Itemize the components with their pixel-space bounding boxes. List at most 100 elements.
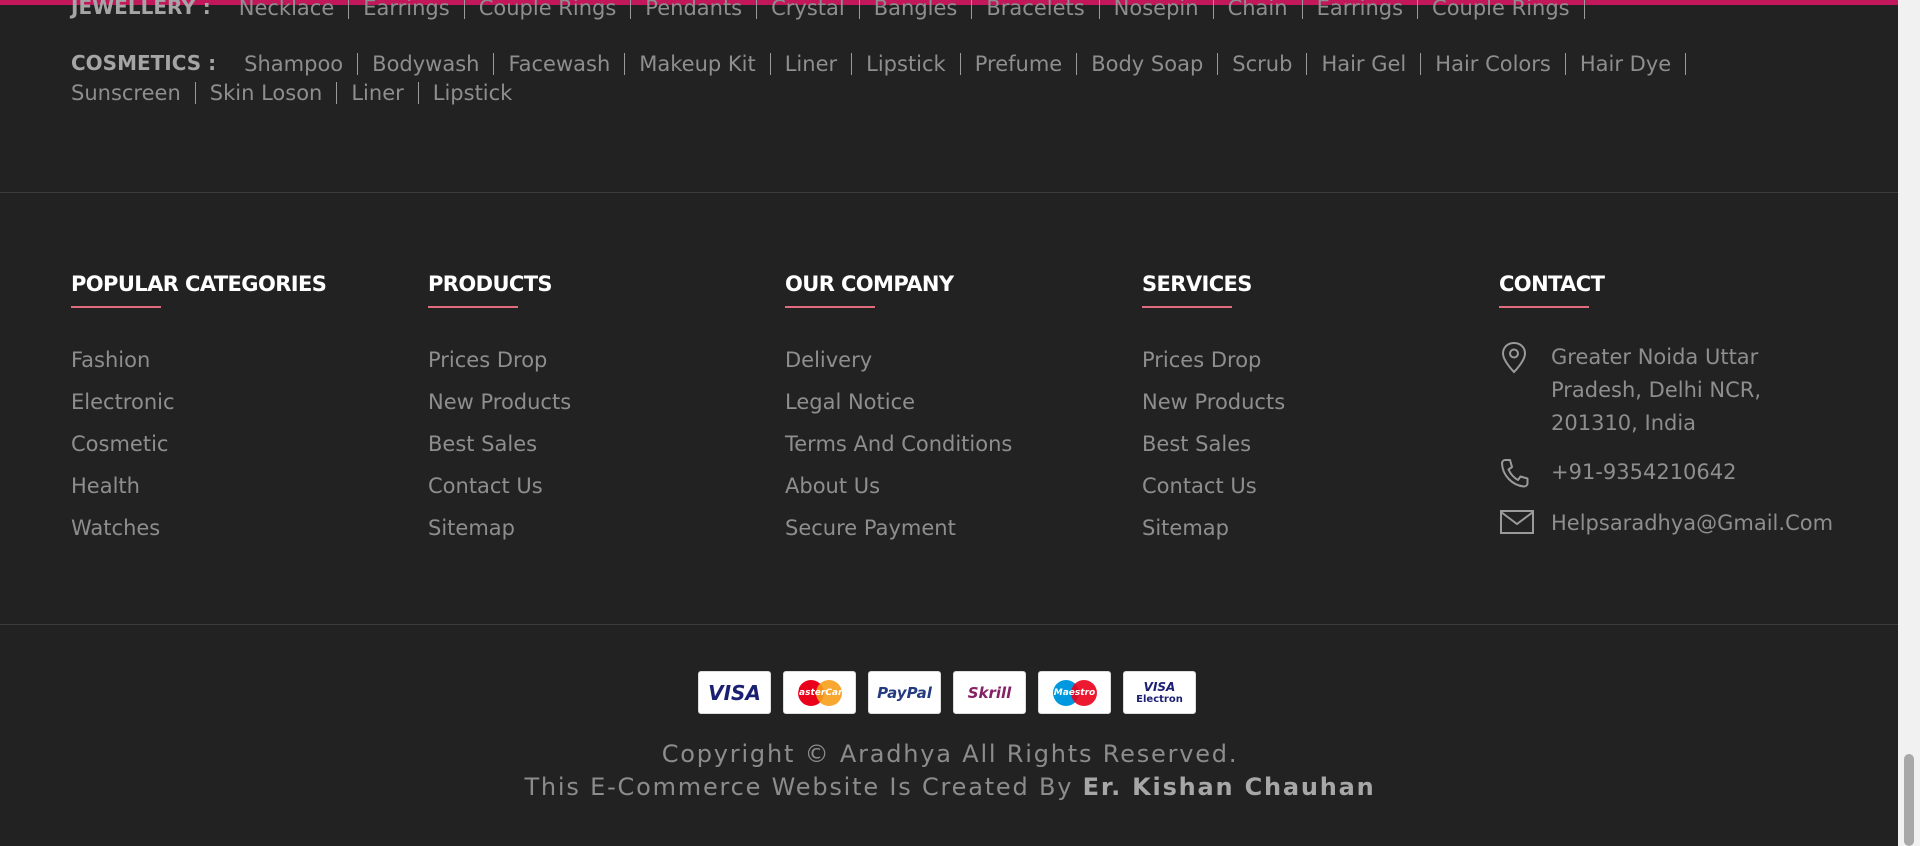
jewellery-heading: JEWELLERY : (71, 0, 211, 19)
title-underline (1499, 306, 1589, 308)
footer-link[interactable]: Secure Payment (785, 512, 1012, 554)
phone-link[interactable]: +91-9354210642 (1551, 456, 1737, 489)
jewellery-tag-link[interactable]: Pendants (645, 0, 758, 19)
footer-link[interactable]: Contact Us (1142, 470, 1285, 512)
cosmetics-tag-link[interactable]: Bodywash (372, 52, 495, 75)
cosmetics-tag-link[interactable]: Prefume (975, 52, 1078, 75)
cosmetics-tag-link[interactable]: Liner (351, 82, 419, 104)
mastercard-card-icon: MasterCard (783, 671, 856, 714)
our-company-list: Delivery Legal Notice Terms And Conditions… (785, 344, 1012, 554)
services-column: SERVICES Prices Drop New Products Best Sal… (1142, 272, 1285, 554)
copyright-text: Copyright © Aradhya All Rights Reserved. (661, 740, 1239, 768)
payment-methods: VISA MasterCard PayPal Skrill Maestro VISA Ele… (698, 671, 1196, 714)
scrollbar-track[interactable] (1898, 0, 1920, 846)
footer-link[interactable]: Delivery (785, 344, 1012, 386)
footer-link[interactable]: Prices Drop (1142, 344, 1285, 386)
footer-link[interactable]: Fashion (71, 344, 326, 386)
address-line: Greater Noida Uttar (1551, 345, 1759, 369)
products-list: Prices Drop New Products Best Sales Contact… (428, 344, 571, 554)
footer-link[interactable]: About Us (785, 470, 1012, 512)
email-link[interactable]: Helpsaradhya@Gmail.Com (1551, 507, 1833, 540)
jewellery-tag-link[interactable]: Earrings (363, 0, 465, 19)
column-title: OUR COMPANY (785, 272, 954, 296)
footer-link[interactable]: Health (71, 470, 326, 512)
cosmetics-tag-link[interactable]: Skin Loson (210, 82, 338, 104)
jewellery-tag-row: JEWELLERY : Necklace Earrings Couple Rings… (71, 0, 1599, 26)
visa-card-icon: VISA (698, 671, 771, 714)
footer-link[interactable]: Best Sales (1142, 428, 1285, 470)
cosmetics-tag-link[interactable]: Facewash (508, 52, 626, 75)
cosmetics-tag-link[interactable]: Lipstick (433, 82, 527, 104)
skrill-label: Skrill (967, 683, 1012, 702)
contact-address: Greater Noida Uttar Pradesh, Delhi NCR, … (1499, 341, 1889, 440)
cosmetics-tag-link[interactable]: Liner (785, 52, 853, 75)
footer-link[interactable]: Prices Drop (428, 344, 571, 386)
jewellery-tag-link[interactable]: Couple Rings (1432, 0, 1585, 19)
jewellery-tag-link[interactable]: Crystal (771, 0, 860, 19)
jewellery-tag-link[interactable]: Bangles (874, 0, 973, 19)
visa-label: VISA (708, 680, 761, 705)
footer-link[interactable]: Terms And Conditions (785, 428, 1012, 470)
footer-link[interactable]: Watches (71, 512, 326, 554)
cosmetics-tag-link[interactable]: Scrub (1232, 52, 1308, 75)
paypal-card-icon: PayPal (868, 671, 941, 714)
title-underline (71, 306, 161, 308)
title-underline (785, 306, 875, 308)
cosmetics-tag-link[interactable]: Makeup Kit (639, 52, 771, 75)
popular-categories-column: POPULAR CATEGORIES Fashion Electronic Cosm… (71, 272, 327, 554)
title-underline (1142, 306, 1232, 308)
cosmetics-tag-link[interactable]: Sunscreen (71, 82, 196, 104)
maestro-label: Maestro (1053, 687, 1096, 698)
scrollbar-thumb[interactable] (1904, 754, 1914, 846)
footer-link[interactable]: Contact Us (428, 470, 571, 512)
footer-link[interactable]: Legal Notice (785, 386, 1012, 428)
author-name: Er. Kishan Chauhan (1082, 773, 1376, 801)
title-underline (428, 306, 518, 308)
column-title: CONTACT (1499, 272, 1605, 296)
footer-link[interactable]: Sitemap (428, 512, 571, 554)
paypal-label: PayPal (877, 683, 932, 702)
footer-link[interactable]: Cosmetic (71, 428, 326, 470)
services-list: Prices Drop New Products Best Sales Contact… (1142, 344, 1285, 554)
cosmetics-tag-link[interactable]: Hair Dye (1580, 52, 1687, 75)
jewellery-tag-link[interactable]: Nosepin (1114, 0, 1214, 19)
cosmetics-tag-link[interactable]: Lipstick (866, 52, 961, 75)
mail-icon (1499, 507, 1551, 542)
cosmetics-tag-link[interactable]: Hair Colors (1435, 52, 1566, 75)
footer-columns: POPULAR CATEGORIES Fashion Electronic Cosm… (71, 272, 1891, 572)
cosmetics-tag-link[interactable]: Hair Gel (1321, 52, 1422, 75)
cosmetics-heading: COSMETICS : (71, 51, 217, 75)
visa-electron-sub-label: Electron (1136, 694, 1183, 705)
jewellery-tag-link[interactable]: Bracelets (986, 0, 1100, 19)
column-title: PRODUCTS (428, 272, 553, 296)
our-company-column: OUR COMPANY Delivery Legal Notice Terms An… (785, 272, 1012, 554)
cosmetics-tag-link[interactable]: Body Soap (1091, 52, 1219, 75)
cosmetics-tag-link[interactable]: Shampoo (244, 52, 359, 75)
jewellery-tag-link[interactable]: Earrings (1317, 0, 1419, 19)
credit-prefix: This E-Commerce Website Is Created By (524, 773, 1074, 801)
column-title: POPULAR CATEGORIES (71, 272, 327, 296)
jewellery-tag-link[interactable]: Chain (1228, 0, 1303, 19)
visa-electron-card-icon: VISA Electron (1123, 671, 1196, 714)
mastercard-label: MasterCard (790, 687, 849, 698)
footer-link[interactable]: New Products (1142, 386, 1285, 428)
maestro-card-icon: Maestro (1038, 671, 1111, 714)
location-pin-icon (1499, 341, 1551, 380)
divider (0, 624, 1898, 625)
skrill-card-icon: Skrill (953, 671, 1026, 714)
footer-link[interactable]: Sitemap (1142, 512, 1285, 554)
cosmetics-tag-row: COSMETICS : Shampoo Bodywash Facewash Makeu… (71, 45, 1771, 104)
phone-icon (1499, 456, 1551, 495)
footer-link[interactable]: New Products (428, 386, 571, 428)
footer-link[interactable]: Electronic (71, 386, 326, 428)
column-title: SERVICES (1142, 272, 1252, 296)
credit-text: This E-Commerce Website Is Created By Er… (0, 773, 1900, 801)
jewellery-tag-link[interactable]: Necklace (239, 0, 350, 19)
contact-phone: +91-9354210642 (1499, 456, 1889, 495)
footer-link[interactable]: Best Sales (428, 428, 571, 470)
address-line: Pradesh, Delhi NCR, (1551, 378, 1762, 402)
products-column: PRODUCTS Prices Drop New Products Best Sal… (428, 272, 571, 554)
jewellery-tag-link[interactable]: Couple Rings (479, 0, 632, 19)
address-line: 201310, India (1551, 411, 1697, 435)
popular-categories-list: Fashion Electronic Cosmetic Health Watches (71, 344, 326, 554)
